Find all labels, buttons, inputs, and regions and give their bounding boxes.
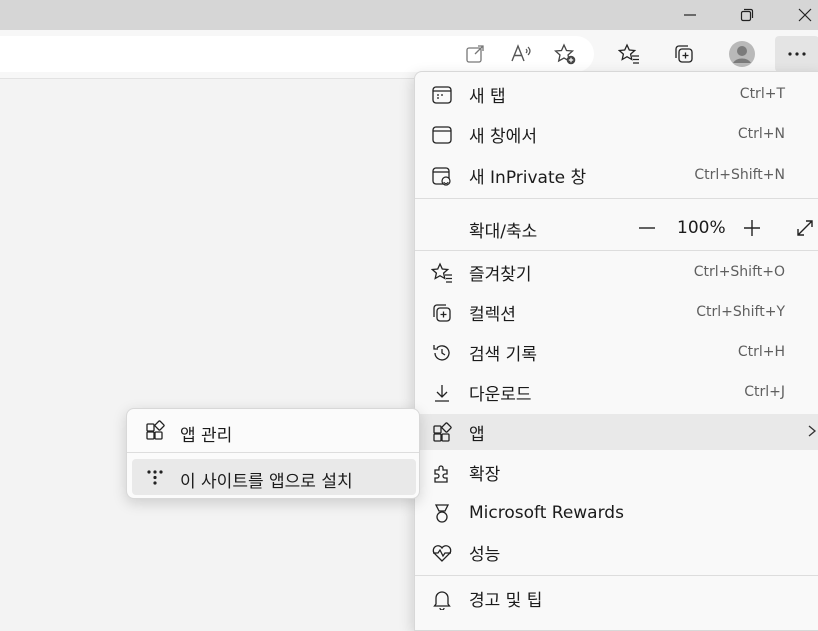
apps-icon — [430, 421, 454, 445]
history-icon — [430, 341, 454, 365]
fullscreen-button[interactable] — [791, 214, 818, 242]
profile-button[interactable] — [724, 36, 760, 72]
menu-item-label: 다운로드 — [469, 384, 532, 405]
more-icon — [788, 52, 806, 56]
menu-item-new-window[interactable]: 새 창에서 Ctrl+N — [415, 116, 818, 152]
menu-item-label: 새 InPrivate 창 — [469, 167, 587, 188]
menu-item-shortcut: Ctrl+T — [739, 86, 785, 102]
fullscreen-icon — [797, 220, 813, 236]
menu-item-new-inprivate[interactable]: 새 InPrivate 창 Ctrl+Shift+N — [415, 157, 818, 193]
menu-item-shortcut: Ctrl+Shift+O — [693, 264, 785, 280]
install-app-icon — [144, 466, 166, 488]
menu-item-label: 새 탭 — [469, 86, 506, 107]
extensions-icon — [430, 461, 454, 485]
favorites-icon — [618, 43, 639, 64]
menu-divider — [415, 198, 818, 199]
open-in-app-icon — [466, 45, 484, 63]
menu-item-new-tab[interactable]: 새 탭 Ctrl+T — [415, 76, 818, 112]
submenu-item-install-site[interactable]: 이 사이트를 앱으로 설치 — [132, 459, 416, 495]
menu-item-label: 성능 — [469, 544, 501, 565]
collections-button[interactable] — [666, 36, 702, 72]
title-bar — [0, 0, 818, 30]
open-in-app-button[interactable] — [457, 36, 493, 72]
minimize-icon — [684, 14, 696, 16]
zoom-value: 100% — [677, 218, 726, 238]
add-favorite-button[interactable] — [547, 36, 583, 72]
menu-item-performance[interactable]: 성능 — [415, 534, 818, 570]
restore-button[interactable] — [724, 0, 770, 30]
apps-submenu: 앱 관리 이 사이트를 앱으로 설치 — [126, 408, 420, 499]
menu-item-label: 확장 — [469, 464, 501, 485]
menu-item-collections[interactable]: 컬렉션 Ctrl+Shift+Y — [415, 294, 818, 330]
menu-item-label: 새 창에서 — [469, 126, 537, 147]
menu-item-label: 컬렉션 — [469, 304, 516, 325]
menu-item-shortcut: Ctrl+J — [744, 384, 785, 400]
rewards-medal-icon — [430, 502, 454, 526]
submenu-divider — [127, 452, 419, 453]
menu-item-label: 즐겨찾기 — [469, 264, 532, 285]
favorites-icon — [430, 261, 454, 285]
menu-item-rewards[interactable]: Microsoft Rewards — [415, 495, 818, 531]
plus-icon — [744, 220, 760, 236]
menu-item-downloads[interactable]: 다운로드 Ctrl+J — [415, 374, 818, 410]
new-tab-icon — [430, 83, 454, 107]
menu-item-extensions[interactable]: 확장 — [415, 454, 818, 490]
close-icon — [798, 8, 812, 22]
profile-avatar — [729, 41, 755, 67]
minimize-button[interactable] — [667, 0, 713, 30]
menu-divider — [415, 575, 818, 576]
minus-icon — [639, 227, 655, 229]
settings-menu: 새 탭 Ctrl+T 새 창에서 Ctrl+N 새 InPrivate 창 Ct… — [414, 71, 818, 631]
read-aloud-button[interactable] — [503, 36, 539, 72]
bell-icon — [430, 587, 454, 611]
favorites-button[interactable] — [611, 36, 647, 72]
menu-item-label: Microsoft Rewards — [469, 503, 624, 523]
settings-and-more-button[interactable] — [775, 36, 818, 72]
menu-item-history[interactable]: 검색 기록 Ctrl+H — [415, 334, 818, 370]
zoom-out-button[interactable] — [633, 214, 661, 242]
submenu-item-label: 앱 관리 — [180, 426, 233, 446]
apps-icon — [144, 420, 166, 442]
menu-item-shortcut: Ctrl+N — [737, 126, 785, 142]
read-aloud-icon — [511, 44, 531, 62]
chevron-right-icon — [805, 423, 818, 442]
submenu-item-manage-apps[interactable]: 앱 관리 — [132, 413, 416, 449]
menu-item-shortcut: Ctrl+H — [737, 344, 785, 360]
close-button[interactable] — [782, 0, 818, 30]
menu-item-label: 앱 — [469, 424, 485, 445]
submenu-item-label: 이 사이트를 앱으로 설치 — [180, 472, 353, 492]
menu-divider — [415, 250, 818, 251]
menu-item-alerts[interactable]: 경고 및 팁 — [415, 580, 818, 616]
performance-heart-icon — [430, 541, 454, 565]
inprivate-icon — [430, 164, 454, 188]
zoom-label: 확대/축소 — [469, 222, 538, 242]
new-window-icon — [430, 123, 454, 147]
add-favorite-icon — [554, 43, 576, 65]
collections-icon — [430, 301, 454, 325]
restore-icon — [740, 8, 754, 22]
collections-icon — [675, 45, 693, 63]
menu-item-label: 경고 및 팁 — [469, 590, 543, 611]
menu-item-shortcut: Ctrl+Shift+Y — [696, 304, 785, 320]
menu-item-label: 검색 기록 — [469, 344, 537, 365]
download-icon — [430, 381, 454, 405]
menu-item-shortcut: Ctrl+Shift+N — [694, 167, 785, 183]
zoom-row: 확대/축소 100% — [415, 206, 818, 250]
menu-item-apps[interactable]: 앱 — [415, 414, 818, 450]
menu-item-favorites[interactable]: 즐겨찾기 Ctrl+Shift+O — [415, 254, 818, 290]
zoom-in-button[interactable] — [738, 214, 766, 242]
